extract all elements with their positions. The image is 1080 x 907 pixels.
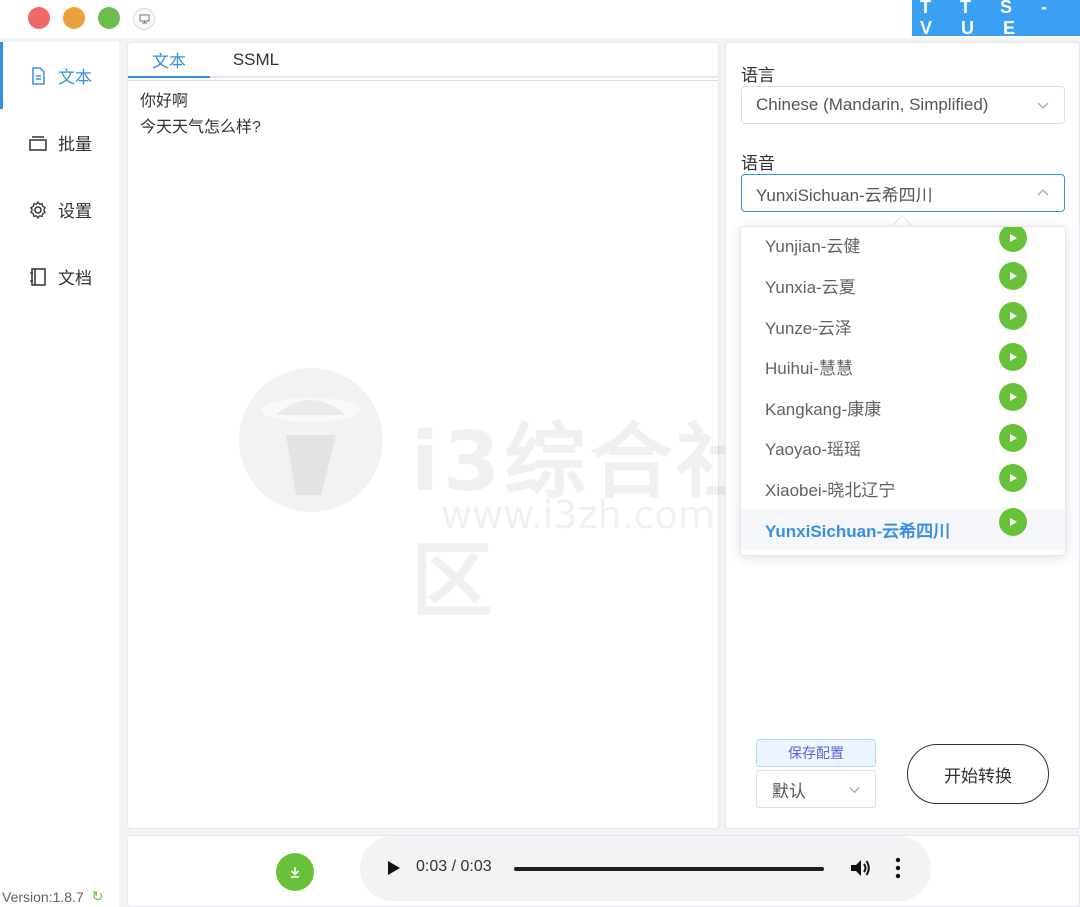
play-icon[interactable] xyxy=(999,262,1027,290)
voice-option[interactable]: Huihui-慧慧 xyxy=(741,343,1065,387)
voice-option-label: Yunjian-云健 xyxy=(765,237,861,256)
document-icon xyxy=(32,66,45,85)
sidebar-item-label: 批量 xyxy=(58,135,92,154)
play-icon[interactable] xyxy=(387,860,401,876)
voice-dropdown: Yunjian-云健 Yunxia-云夏 Yunze-云泽 Huihui-慧慧 … xyxy=(740,226,1066,556)
sidebar-item-docs[interactable]: 文档 xyxy=(0,243,119,310)
save-config-button[interactable]: 保存配置 xyxy=(756,739,876,767)
voice-option-label: Yunxia-云夏 xyxy=(765,278,856,297)
play-icon[interactable] xyxy=(999,424,1027,452)
editor-panel: 文本 SSML 你好啊 今天天气怎么样? xyxy=(127,42,719,829)
voice-option[interactable]: Kangkang-康康 xyxy=(741,383,1065,428)
title-bar: T T S - V U E xyxy=(0,0,1080,38)
refresh-icon[interactable]: ↻ xyxy=(92,888,104,905)
voice-option-label: Kangkang-康康 xyxy=(765,400,882,419)
voice-value: YunxiSichuan-云希四川 xyxy=(756,185,933,205)
voice-option[interactable]: Xiaobei-晓北辽宁 xyxy=(741,464,1065,509)
config-select[interactable]: 默认 xyxy=(756,770,876,808)
voice-option-label: Yunze-云泽 xyxy=(765,319,852,338)
tab-text[interactable]: 文本 xyxy=(128,43,210,78)
voice-option-selected[interactable]: YunxiSichuan-云希四川 xyxy=(741,508,1065,550)
sidebar-item-text[interactable]: 文本 xyxy=(0,42,119,109)
version-text: Version:1.8.7 xyxy=(2,888,84,905)
voice-option[interactable]: Yunze-云泽 xyxy=(741,302,1065,347)
voice-option-label: Yaoyao-瑶瑶 xyxy=(765,440,862,459)
voice-option[interactable]: Yunxia-云夏 xyxy=(741,262,1065,306)
time-display: 0:03 / 0:03 xyxy=(416,858,492,875)
language-select[interactable]: Chinese (Mandarin, Simplified) xyxy=(741,86,1065,124)
sidebar-item-settings[interactable]: 设置 xyxy=(0,176,119,243)
play-icon[interactable] xyxy=(999,343,1027,371)
sidebar-item-label: 文本 xyxy=(58,68,92,87)
progress-track[interactable] xyxy=(514,867,824,871)
close-window-button[interactable] xyxy=(28,7,50,29)
screen-icon[interactable] xyxy=(133,8,155,30)
sidebar-item-batch[interactable]: 批量 xyxy=(0,109,119,176)
voice-label: 语音 xyxy=(741,154,775,173)
sidebar-item-label: 文档 xyxy=(58,269,92,288)
play-icon[interactable] xyxy=(999,464,1027,492)
book-icon xyxy=(30,267,46,286)
maximize-window-button[interactable] xyxy=(98,7,120,29)
play-icon[interactable] xyxy=(999,302,1027,330)
text-line: 你好啊 xyxy=(140,93,189,110)
play-icon[interactable] xyxy=(999,383,1027,411)
editor-tabs: 文本 SSML xyxy=(128,43,718,78)
more-options-icon[interactable] xyxy=(892,856,904,880)
sidebar: 文本 批量 设置 文档 Version:1.8.7 ↻ xyxy=(0,42,119,907)
volume-icon[interactable] xyxy=(850,858,872,878)
chevron-down-icon xyxy=(849,787,860,794)
text-input-area[interactable]: 你好啊 今天天气怎么样? xyxy=(128,80,718,828)
language-label: 语言 xyxy=(741,66,775,85)
app-brand: T T S - V U E xyxy=(912,0,1080,38)
minimize-window-button[interactable] xyxy=(63,7,85,29)
play-icon[interactable] xyxy=(999,508,1027,536)
voice-select[interactable]: YunxiSichuan-云希四川 xyxy=(741,174,1065,212)
audio-player: 0:03 / 0:03 xyxy=(360,836,931,901)
layers-icon xyxy=(29,135,47,151)
voice-option[interactable]: Yunjian-云健 xyxy=(741,227,1065,265)
voice-option-label: Xiaobei-晓北辽宁 xyxy=(765,481,896,500)
gear-icon xyxy=(30,200,46,219)
language-value: Chinese (Mandarin, Simplified) xyxy=(756,95,989,114)
voice-option-label: Huihui-慧慧 xyxy=(765,359,853,378)
text-line: 今天天气怎么样? xyxy=(140,119,261,136)
download-button[interactable] xyxy=(276,853,314,891)
download-icon xyxy=(290,867,300,878)
tab-ssml[interactable]: SSML xyxy=(214,43,298,76)
chevron-down-icon xyxy=(1037,102,1049,109)
chevron-up-icon xyxy=(1037,189,1049,196)
start-convert-button[interactable]: 开始转换 xyxy=(907,744,1049,804)
voice-option[interactable]: Yaoyao-瑶瑶 xyxy=(741,424,1065,468)
config-value: 默认 xyxy=(772,781,806,801)
version-info: Version:1.8.7 ↻ xyxy=(2,888,103,905)
sidebar-item-label: 设置 xyxy=(58,202,92,221)
voice-option-label: YunxiSichuan-云希四川 xyxy=(765,522,951,541)
play-icon[interactable] xyxy=(999,227,1027,252)
